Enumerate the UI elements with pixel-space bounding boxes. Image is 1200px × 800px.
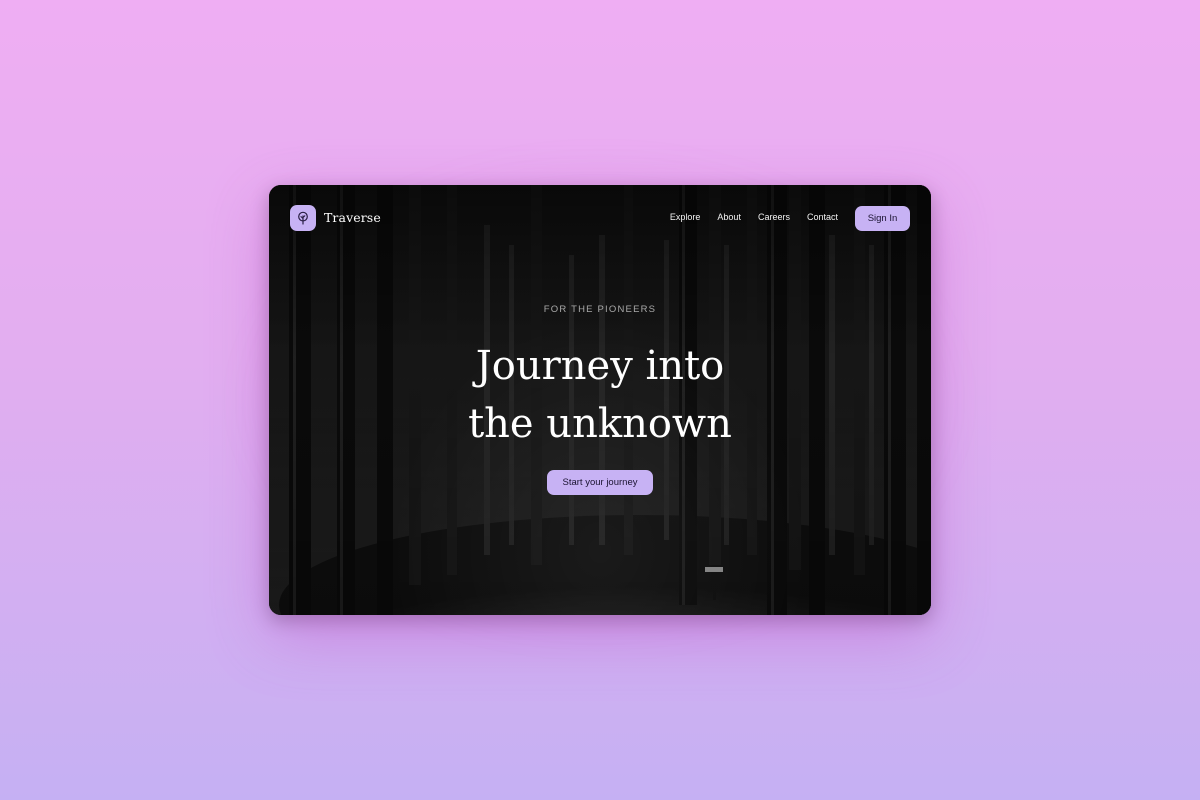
hero-headline-line-1: Journey into [475,343,725,389]
tree-icon [298,211,308,225]
start-journey-button[interactable]: Start your journey [547,470,653,495]
top-navigation: Traverse Explore About Careers Contact S… [269,185,931,251]
nav-link-careers[interactable]: Careers [758,212,790,222]
sign-in-button[interactable]: Sign In [855,206,910,231]
hero-headline-line-2: the unknown [468,401,732,447]
nav-link-contact[interactable]: Contact [807,212,838,222]
logo-badge[interactable] [290,205,316,231]
brand-name[interactable]: Traverse [324,210,381,225]
nav-link-about[interactable]: About [717,212,741,222]
nav-link-explore[interactable]: Explore [670,212,701,222]
browser-window: Traverse Explore About Careers Contact S… [269,185,931,615]
hero-headline: Journey into the unknown [269,337,931,453]
hero-eyebrow: FOR THE PIONEERS [543,304,657,315]
nav-links: Explore About Careers Contact [670,212,838,222]
